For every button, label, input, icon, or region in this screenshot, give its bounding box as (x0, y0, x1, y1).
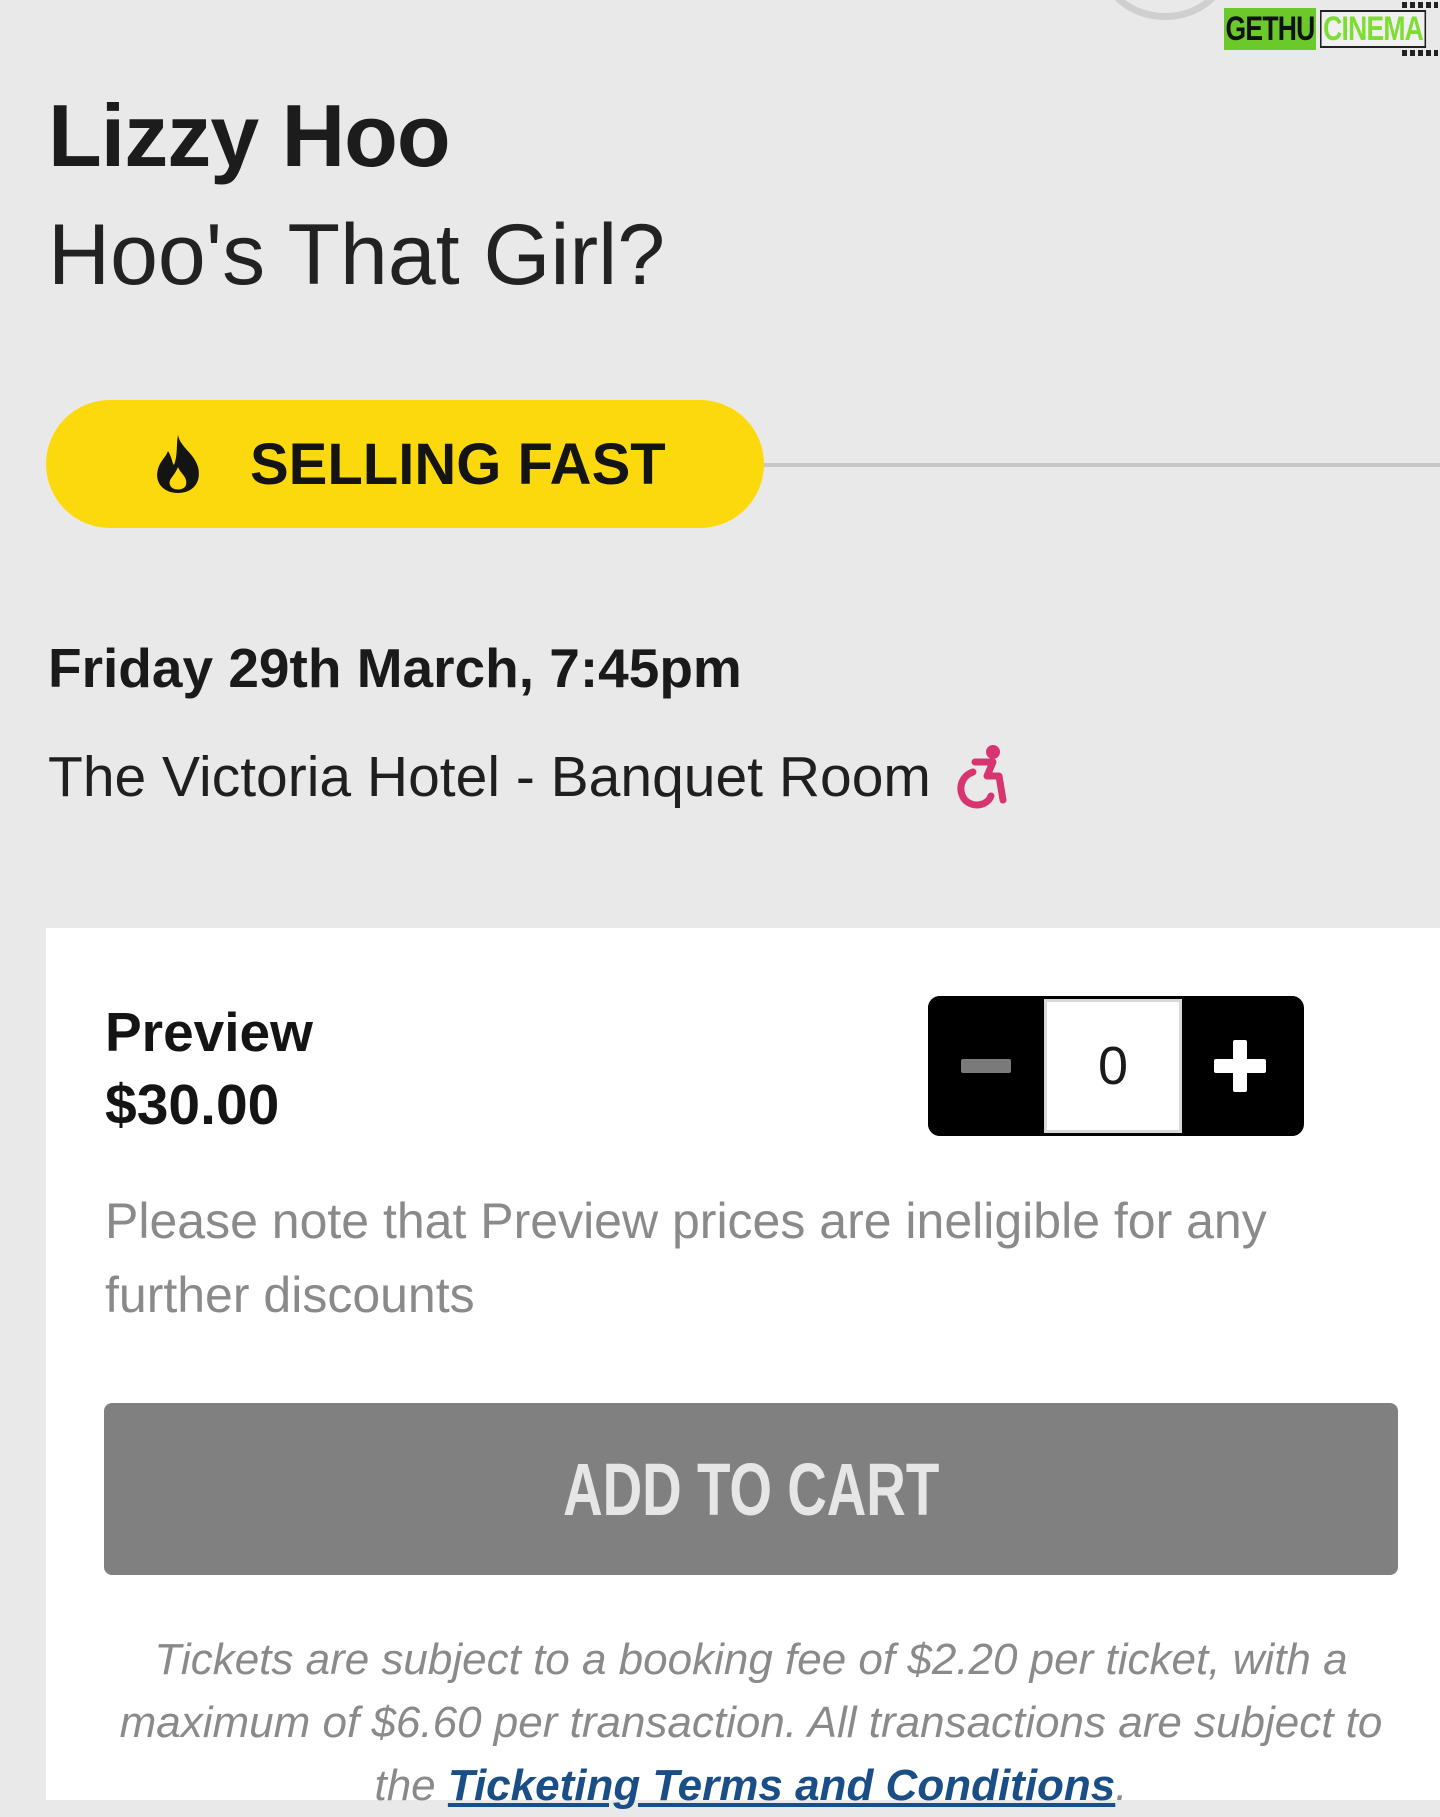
film-strip-icon (1402, 50, 1438, 56)
venue-row: The Victoria Hotel - Banquet Room (48, 744, 1009, 810)
badge-label: SELLING FAST (250, 431, 666, 497)
watermark-text-right: CINEMA (1320, 10, 1427, 48)
add-to-cart-button[interactable]: ADD TO CART (104, 1403, 1398, 1575)
watermark-text-left: GETHU (1224, 8, 1317, 50)
plus-icon (1214, 1040, 1266, 1092)
terms-and-conditions-link[interactable]: Ticketing Terms and Conditions (448, 1761, 1115, 1810)
decorative-circle (1100, 0, 1230, 20)
decrease-quantity-button[interactable] (928, 996, 1044, 1136)
booking-fee-end: . (1115, 1761, 1128, 1810)
add-to-cart-label: ADD TO CART (562, 1447, 940, 1531)
watermark-logo: GETHU CINEMA (1224, 2, 1440, 56)
ticket-card: Preview $30.00 Please note that Preview … (46, 928, 1440, 1810)
preview-price-note: Please note that Preview prices are inel… (105, 1193, 1267, 1323)
film-strip-icon (1402, 2, 1438, 8)
ticket-price: $30.00 (105, 1073, 280, 1137)
increase-quantity-button[interactable] (1182, 996, 1298, 1136)
quantity-input[interactable] (1044, 999, 1182, 1133)
badge-divider (760, 463, 1440, 467)
ticket-type: Preview (105, 1001, 313, 1063)
minus-icon (961, 1059, 1011, 1073)
event-date: Friday 29th March, 7:45pm (48, 637, 742, 699)
venue-name: The Victoria Hotel - Banquet Room (48, 745, 931, 809)
quantity-stepper (928, 996, 1304, 1136)
fire-icon (157, 435, 199, 493)
wheelchair-accessible-icon (957, 745, 1007, 809)
booking-fee-notice: Tickets are subject to a booking fee of … (86, 1628, 1416, 1817)
artist-name: Lizzy Hoo (48, 86, 451, 185)
show-title: Hoo's That Girl? (48, 207, 666, 303)
selling-fast-badge: SELLING FAST (46, 400, 764, 528)
